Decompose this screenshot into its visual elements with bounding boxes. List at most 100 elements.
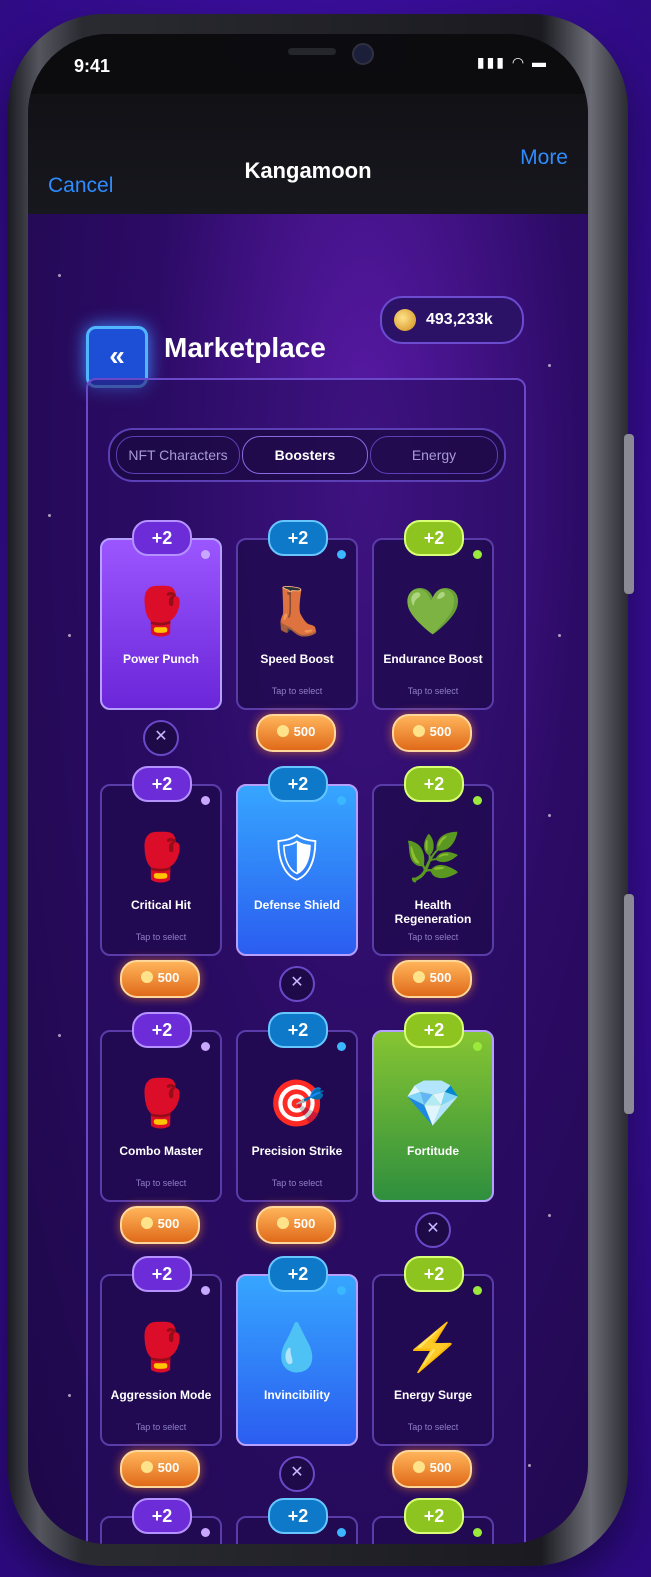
booster-name: Precision Strike	[251, 1144, 343, 1158]
price-value: 500	[293, 1216, 316, 1231]
speaker	[288, 48, 336, 55]
phone-frame: 9:41 ▮▮▮ ◠ ▬ Cancel Kangamoon More « Mar…	[8, 14, 634, 1566]
rarity-icon	[201, 550, 210, 559]
booster-art-icon: 🥊	[132, 585, 190, 637]
booster-art-icon: 🥊	[132, 1321, 190, 1373]
deselect-button[interactable]: ✕	[143, 720, 179, 756]
tap-to-select-label: Tap to select	[407, 686, 459, 696]
price-value: 500	[157, 1216, 180, 1231]
booster-art-icon: 🎯	[268, 1077, 326, 1129]
notch	[228, 34, 408, 74]
booster-card-endurance-boost[interactable]: +2 💚 Endurance Boost Tap to select	[372, 520, 494, 710]
level-badge: +2	[132, 1498, 192, 1534]
booster-card-aggression-mode[interactable]: +2 🥊 Aggression Mode Tap to select	[100, 1256, 222, 1446]
price-value: 500	[157, 970, 180, 985]
tab-energy[interactable]: Energy	[370, 436, 498, 474]
booster-card-health-regeneration[interactable]: +2 🌿 Health Regeneration Tap to select	[372, 766, 494, 956]
rarity-icon	[473, 1528, 482, 1537]
rarity-icon	[337, 1528, 346, 1537]
coin-icon	[140, 1217, 153, 1229]
booster-name: Critical Hit	[130, 898, 191, 912]
rarity-icon	[337, 1042, 346, 1051]
price-button[interactable]: 500	[120, 1206, 200, 1244]
booster-art-icon: ⚡	[404, 1321, 462, 1373]
coin-icon	[394, 309, 416, 331]
coin-icon	[412, 725, 425, 737]
booster-card-invincibility[interactable]: +2 💧 Invincibility	[236, 1256, 358, 1446]
price-value: 500	[429, 724, 452, 739]
booster-name: Fortitude	[407, 1144, 459, 1158]
level-badge: +2	[404, 1498, 464, 1534]
camera-icon	[352, 43, 374, 65]
level-badge: +2	[404, 766, 464, 802]
booster-name: Invincibility	[263, 1388, 330, 1402]
more-button[interactable]: More	[520, 146, 568, 170]
price-button[interactable]: 500	[392, 1450, 472, 1488]
booster-card-locked-14[interactable]: +2	[372, 1498, 494, 1544]
tab-nft-characters[interactable]: NFT Characters	[116, 436, 240, 474]
level-badge: +2	[132, 1256, 192, 1292]
booster-card-critical-hit[interactable]: +2 🥊 Critical Hit Tap to select	[100, 766, 222, 956]
deselect-button[interactable]: ✕	[279, 1456, 315, 1492]
power-button	[624, 894, 634, 1114]
price-button[interactable]: 500	[256, 1206, 336, 1244]
rarity-icon	[337, 796, 346, 805]
price-button[interactable]: 500	[120, 1450, 200, 1488]
price-button[interactable]: 500	[392, 960, 472, 998]
star-decoration	[68, 634, 71, 637]
rarity-icon	[201, 1528, 210, 1537]
booster-art-icon: 🥊	[132, 831, 190, 883]
phone-screen: 9:41 ▮▮▮ ◠ ▬ Cancel Kangamoon More « Mar…	[28, 34, 588, 1544]
tap-to-select-label: Tap to select	[135, 1422, 187, 1432]
level-badge: +2	[132, 766, 192, 802]
booster-name: Energy Surge	[393, 1388, 473, 1402]
booster-name: Endurance Boost	[383, 652, 483, 666]
booster-card-precision-strike[interactable]: +2 🎯 Precision Strike Tap to select	[236, 1012, 358, 1202]
booster-card-speed-boost[interactable]: +2 👢 Speed Boost Tap to select	[236, 520, 358, 710]
volume-button	[624, 434, 634, 594]
game-view: « Marketplace 493,233k NFT Characters Bo…	[28, 214, 588, 1544]
price-value: 500	[293, 724, 316, 739]
price-button[interactable]: 500	[392, 714, 472, 752]
deselect-button[interactable]: ✕	[415, 1212, 451, 1248]
booster-card-combo-master[interactable]: +2 🥊 Combo Master Tap to select	[100, 1012, 222, 1202]
tab-boosters[interactable]: Boosters	[242, 436, 368, 474]
booster-art-icon: 🥊	[132, 1077, 190, 1129]
nav-title: Kangamoon	[244, 158, 372, 183]
rarity-icon	[473, 1042, 482, 1051]
booster-card-fortitude[interactable]: +2 💎 Fortitude	[372, 1012, 494, 1202]
booster-card-locked-12[interactable]: +2	[100, 1498, 222, 1544]
tap-to-select-label: Tap to select	[407, 932, 459, 942]
booster-name: Defense Shield	[253, 898, 341, 912]
coin-icon	[276, 1217, 289, 1229]
star-decoration	[68, 1394, 71, 1397]
price-button[interactable]: 500	[120, 960, 200, 998]
price-value: 500	[429, 1460, 452, 1475]
price-value: 500	[429, 970, 452, 985]
coin-icon	[412, 971, 425, 983]
booster-card-defense-shield[interactable]: +2 🛡 Defense Shield	[236, 766, 358, 956]
rarity-icon	[201, 1042, 210, 1051]
tap-to-select-label: Tap to select	[271, 1178, 323, 1188]
star-decoration	[548, 364, 551, 367]
level-badge: +2	[268, 1256, 328, 1292]
tap-to-select-label: Tap to select	[407, 1422, 459, 1432]
rarity-icon	[201, 796, 210, 805]
tap-to-select-label: Tap to select	[271, 686, 323, 696]
rarity-icon	[201, 1286, 210, 1295]
coin-balance-value: 493,233k	[426, 311, 493, 328]
level-badge: +2	[132, 520, 192, 556]
booster-card-power-punch[interactable]: +2 🥊 Power Punch	[100, 520, 222, 710]
price-button[interactable]: 500	[256, 714, 336, 752]
tap-to-select-label: Tap to select	[135, 932, 187, 942]
booster-card-locked-13[interactable]: +2	[236, 1498, 358, 1544]
price-value: 500	[157, 1460, 180, 1475]
star-decoration	[548, 814, 551, 817]
booster-art-icon: 🌿	[404, 831, 462, 883]
booster-art-icon: 💎	[404, 1077, 462, 1129]
tab-bar: NFT Characters Boosters Energy	[108, 428, 506, 482]
coin-icon	[140, 1461, 153, 1473]
tap-to-select-label: Tap to select	[135, 1178, 187, 1188]
deselect-button[interactable]: ✕	[279, 966, 315, 1002]
booster-card-energy-surge[interactable]: +2 ⚡ Energy Surge Tap to select	[372, 1256, 494, 1446]
